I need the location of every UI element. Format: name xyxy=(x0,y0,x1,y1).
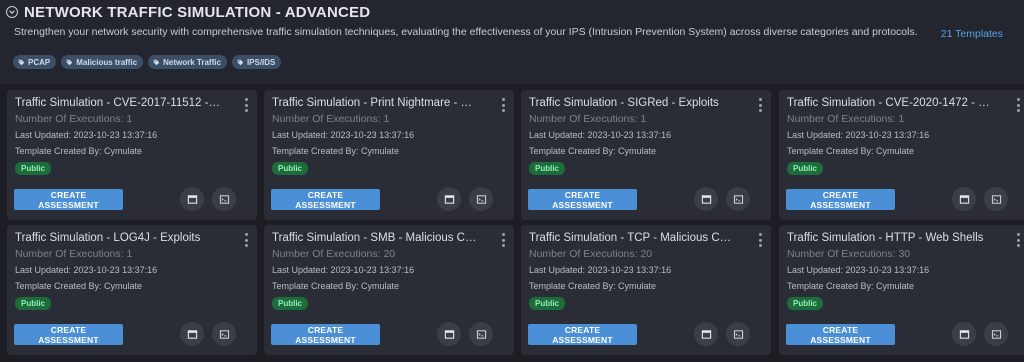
tag-icon xyxy=(237,59,244,65)
template-card[interactable]: Traffic Simulation - TCP - Malicious Com… xyxy=(521,225,771,355)
public-badge: Public xyxy=(15,297,52,310)
kebab-menu-icon[interactable] xyxy=(757,98,763,112)
console-icon[interactable] xyxy=(469,322,493,346)
tag-chip[interactable]: PCAP xyxy=(13,55,57,69)
card-title[interactable]: Traffic Simulation - LOG4J - Exploits xyxy=(15,232,220,244)
public-badge: Public xyxy=(787,297,824,310)
card-executions: Number Of Executions: 1 xyxy=(272,113,390,125)
tag-label: Network Traffic xyxy=(163,57,221,67)
console-icon[interactable] xyxy=(212,322,236,346)
card-created-by: Template Created By: Cymulate xyxy=(529,146,657,156)
create-assessment-button[interactable]: CREATE ASSESSMENT xyxy=(14,189,123,210)
tag-label: Malicious traffic xyxy=(76,57,138,67)
tag-label: IPS/IDS xyxy=(246,57,276,67)
tag-icon xyxy=(153,59,160,65)
template-card[interactable]: Traffic Simulation - SIGRed - Exploits N… xyxy=(521,90,771,220)
template-card[interactable]: Traffic Simulation - CVE-2017-11512 - Ex… xyxy=(7,90,257,220)
public-badge: Public xyxy=(787,162,824,175)
kebab-menu-icon[interactable] xyxy=(1015,233,1021,247)
card-executions: Number Of Executions: 20 xyxy=(272,248,396,260)
template-grid: Traffic Simulation - CVE-2017-11512 - Ex… xyxy=(0,84,1024,362)
window-icon[interactable] xyxy=(180,322,204,346)
window-icon[interactable] xyxy=(952,187,976,211)
tag-label: PCAP xyxy=(28,57,51,67)
console-icon[interactable] xyxy=(469,187,493,211)
public-badge: Public xyxy=(272,297,309,310)
card-created-by: Template Created By: Cymulate xyxy=(529,281,657,291)
public-badge: Public xyxy=(529,297,566,310)
kebab-menu-icon[interactable] xyxy=(757,233,763,247)
public-badge: Public xyxy=(529,162,566,175)
tag-list: PCAP Malicious traffic Network Traffic I… xyxy=(13,55,282,69)
create-assessment-button[interactable]: CREATE ASSESSMENT xyxy=(271,324,380,345)
create-assessment-button[interactable]: CREATE ASSESSMENT xyxy=(786,189,895,210)
card-created-by: Template Created By: Cymulate xyxy=(787,146,915,156)
console-icon[interactable] xyxy=(726,187,750,211)
card-title[interactable]: Traffic Simulation - Print Nightmare - E… xyxy=(272,97,477,109)
console-icon[interactable] xyxy=(726,322,750,346)
card-executions: Number Of Executions: 1 xyxy=(787,113,905,125)
card-title[interactable]: Traffic Simulation - SIGRed - Exploits xyxy=(529,97,734,109)
create-assessment-button[interactable]: CREATE ASSESSMENT xyxy=(528,189,637,210)
card-executions: Number Of Executions: 1 xyxy=(529,113,647,125)
kebab-menu-icon[interactable] xyxy=(500,98,506,112)
kebab-menu-icon[interactable] xyxy=(243,233,249,247)
card-last-updated: Last Updated: 2023-10-23 13:37:16 xyxy=(529,130,672,140)
card-executions: Number Of Executions: 1 xyxy=(15,113,133,125)
window-icon[interactable] xyxy=(952,322,976,346)
kebab-menu-icon[interactable] xyxy=(1015,98,1021,112)
kebab-menu-icon[interactable] xyxy=(500,233,506,247)
section-title: NETWORK TRAFFIC SIMULATION - ADVANCED xyxy=(24,4,371,21)
create-assessment-button[interactable]: CREATE ASSESSMENT xyxy=(786,324,895,345)
card-executions: Number Of Executions: 1 xyxy=(15,248,133,260)
card-last-updated: Last Updated: 2023-10-23 13:37:16 xyxy=(529,265,672,275)
chevron-down-icon[interactable] xyxy=(6,6,18,18)
card-last-updated: Last Updated: 2023-10-23 13:37:16 xyxy=(15,130,158,140)
window-icon[interactable] xyxy=(694,322,718,346)
window-icon[interactable] xyxy=(694,187,718,211)
card-created-by: Template Created By: Cymulate xyxy=(15,146,143,156)
card-last-updated: Last Updated: 2023-10-23 13:37:16 xyxy=(15,265,158,275)
console-icon[interactable] xyxy=(212,187,236,211)
card-title[interactable]: Traffic Simulation - HTTP - Web Shells xyxy=(787,232,992,244)
window-icon[interactable] xyxy=(437,322,461,346)
console-icon[interactable] xyxy=(984,187,1008,211)
tag-chip[interactable]: IPS/IDS xyxy=(231,55,282,69)
card-last-updated: Last Updated: 2023-10-23 13:37:16 xyxy=(787,265,930,275)
window-icon[interactable] xyxy=(437,187,461,211)
card-created-by: Template Created By: Cymulate xyxy=(15,281,143,291)
card-created-by: Template Created By: Cymulate xyxy=(787,281,915,291)
card-created-by: Template Created By: Cymulate xyxy=(272,281,400,291)
tag-chip[interactable]: Malicious traffic xyxy=(61,55,144,69)
kebab-menu-icon[interactable] xyxy=(243,98,249,112)
templates-count-link[interactable]: 21 Templates xyxy=(941,28,1003,40)
tag-icon xyxy=(18,59,25,65)
create-assessment-button[interactable]: CREATE ASSESSMENT xyxy=(271,189,380,210)
card-last-updated: Last Updated: 2023-10-23 13:37:16 xyxy=(272,130,415,140)
template-card[interactable]: Traffic Simulation - CVE-2020-1472 - Exp… xyxy=(779,90,1024,220)
section-description: Strengthen your network security with co… xyxy=(14,26,918,38)
create-assessment-button[interactable]: CREATE ASSESSMENT xyxy=(528,324,637,345)
card-title[interactable]: Traffic Simulation - CVE-2020-1472 - Exp… xyxy=(787,97,992,109)
card-last-updated: Last Updated: 2023-10-23 13:37:16 xyxy=(787,130,930,140)
public-badge: Public xyxy=(15,162,52,175)
template-card[interactable]: Traffic Simulation - HTTP - Web Shells N… xyxy=(779,225,1024,355)
card-title[interactable]: Traffic Simulation - SMB - Malicious Com… xyxy=(272,232,477,244)
template-card[interactable]: Traffic Simulation - SMB - Malicious Com… xyxy=(264,225,514,355)
card-executions: Number Of Executions: 20 xyxy=(529,248,653,260)
tag-chip[interactable]: Network Traffic xyxy=(148,55,227,69)
template-card[interactable]: Traffic Simulation - Print Nightmare - E… xyxy=(264,90,514,220)
public-badge: Public xyxy=(272,162,309,175)
section-header: NETWORK TRAFFIC SIMULATION - ADVANCED St… xyxy=(0,0,1024,90)
template-card[interactable]: Traffic Simulation - LOG4J - Exploits Nu… xyxy=(7,225,257,355)
window-icon[interactable] xyxy=(180,187,204,211)
card-title[interactable]: Traffic Simulation - TCP - Malicious Com… xyxy=(529,232,734,244)
card-last-updated: Last Updated: 2023-10-23 13:37:16 xyxy=(272,265,415,275)
create-assessment-button[interactable]: CREATE ASSESSMENT xyxy=(14,324,123,345)
console-icon[interactable] xyxy=(984,322,1008,346)
tag-icon xyxy=(66,59,73,65)
card-executions: Number Of Executions: 30 xyxy=(787,248,911,260)
card-title[interactable]: Traffic Simulation - CVE-2017-11512 - Ex… xyxy=(15,97,220,109)
card-created-by: Template Created By: Cymulate xyxy=(272,146,400,156)
